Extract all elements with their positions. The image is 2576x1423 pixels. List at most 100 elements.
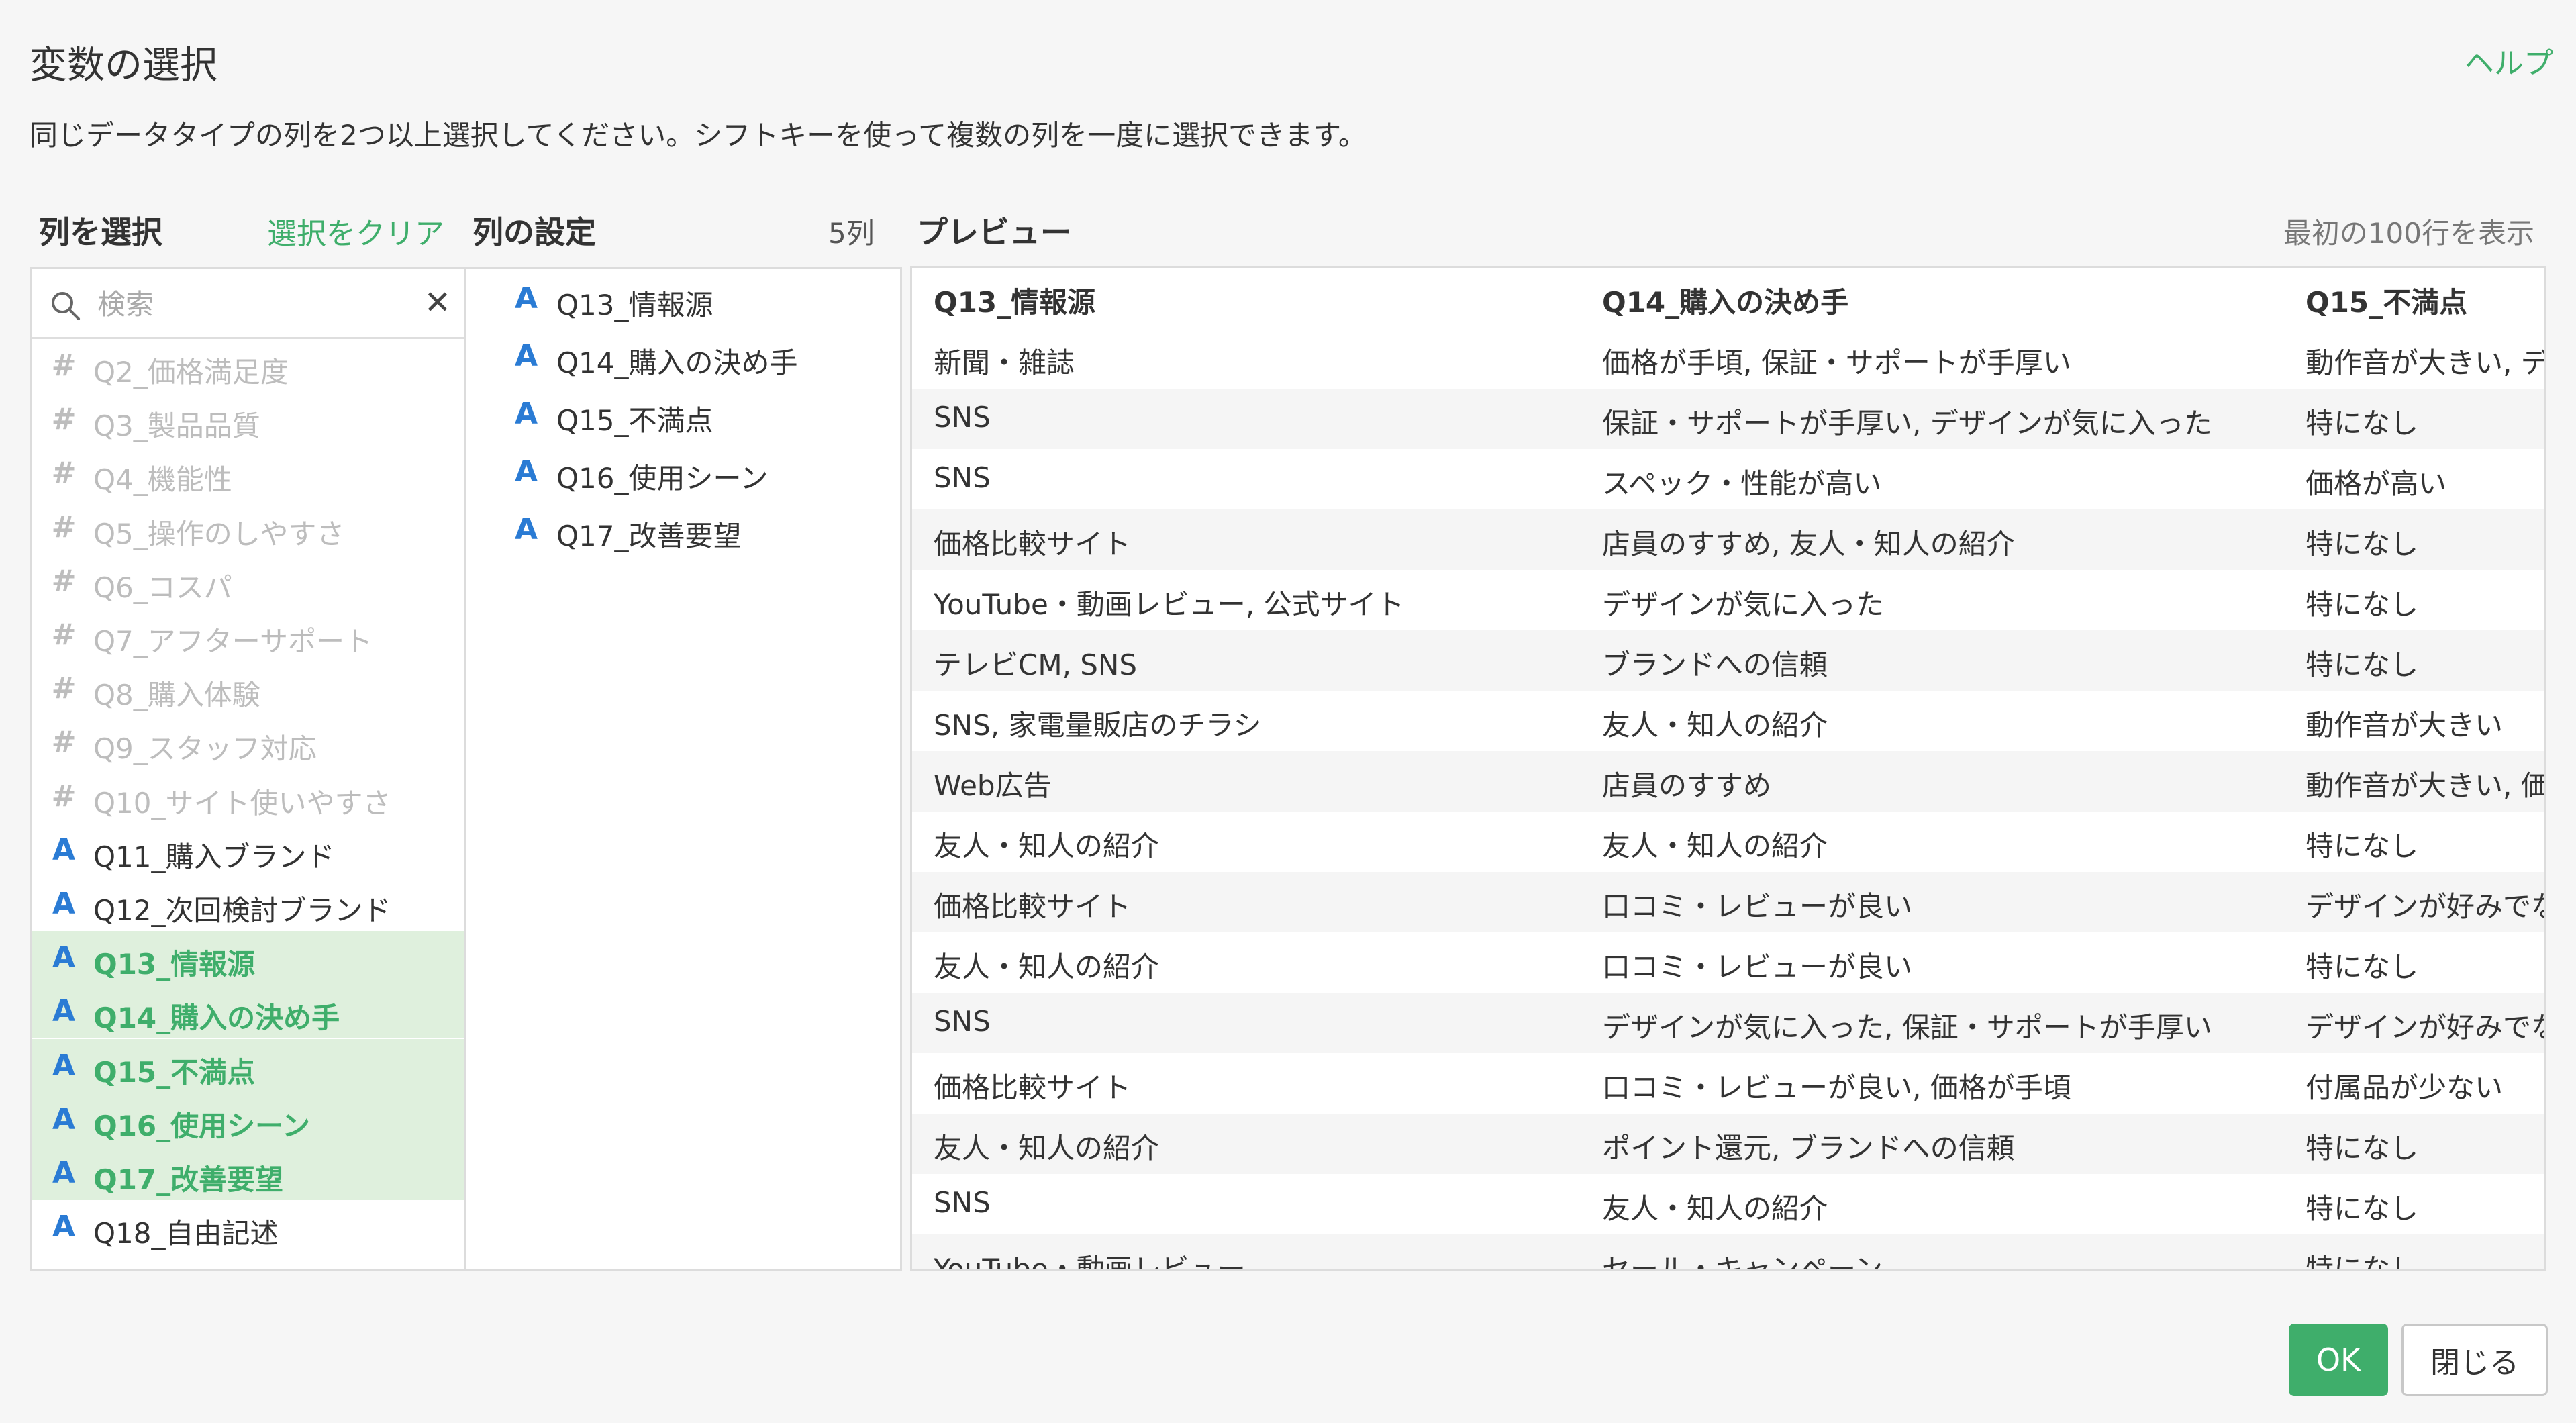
table-cell: 特になし [2306,648,2419,681]
table-cell: 付属品が少ない [2306,1071,2504,1104]
preview-rows-note: 最初の100行を表示 [2283,217,2534,250]
column-list-item[interactable]: # Q10_サイト使いやすさ [32,770,464,824]
dialog-description: 同じデータタイプの列を2つ以上選択してください。シフトキーを使って複数の列を一度… [30,119,1367,152]
table-row: SNS スペック・性能が高い 価格が高い [912,449,2544,509]
text-type-icon: A [515,281,538,315]
preview-column-header: Q14_購入の決め手 [1602,286,1849,319]
column-list-item[interactable]: # Q7_アフターサポート [32,608,464,662]
column-list-item[interactable]: A Q17_改善要望 [32,1146,464,1200]
table-cell: 店員のすすめ [1602,769,1772,802]
help-link[interactable]: ヘルプ [2465,39,2553,82]
numeric-type-icon: # [51,402,77,437]
column-list-item[interactable]: A Q14_購入の決め手 [32,985,464,1039]
table-row: 友人・知人の紹介 友人・知人の紹介 特になし [912,812,2544,872]
table-cell: 友人・知人の紹介 [934,1132,1160,1165]
column-list-item[interactable]: A Q16_使用シーン [32,1092,464,1146]
table-cell: 新聞・雑誌 [934,346,1075,379]
clear-search-icon[interactable]: ✕ [424,284,451,322]
text-type-icon: A [515,512,538,546]
settings-list-item[interactable]: A Q13_情報源 [466,269,900,327]
text-type-icon: A [52,832,76,867]
table-cell: 特になし [2306,407,2419,440]
table-cell: YouTube・動画レビュー, 公式サイト [934,588,1405,621]
settings-list-item[interactable]: A Q15_不満点 [466,385,900,442]
table-row: 新聞・雑誌 価格が手頃, 保証・サポートが手厚い 動作音が大きい, デ [912,328,2546,389]
search-box: ✕ [32,269,464,339]
text-type-icon: A [52,1101,76,1136]
text-type-icon: A [52,1156,76,1190]
column-list-item-label: Q4_機能性 [93,463,232,497]
preview-header-row: Q13_情報源 Q14_購入の決め手 Q15_不満点 [912,268,2544,328]
table-cell: 店員のすすめ, 友人・知人の紹介 [1602,528,2015,560]
column-list-item[interactable]: A Q18_自由記述 [32,1200,464,1254]
preview-panel: Q13_情報源 Q14_購入の決め手 Q15_不満点 新聞・雑誌 価格が手頃, 保… [910,266,2546,1271]
column-list-item[interactable]: A Q15_不満点 [32,1038,464,1093]
preview-column-header: Q15_不満点 [2306,286,2468,319]
search-icon [52,292,80,320]
column-list-item-label: Q14_購入の決め手 [93,1001,340,1035]
column-list-item[interactable]: A Q13_情報源 [32,931,464,985]
column-list-item[interactable]: # Q8_購入体験 [32,662,464,716]
table-cell: 価格が高い [2306,467,2447,500]
table-row: 価格比較サイト 口コミ・レビューが良い デザインが好みでな [912,872,2546,932]
table-cell: テレビCM, SNS [934,648,1138,681]
table-cell: SNS [934,1186,991,1219]
table-row: 友人・知人の紹介 ポイント還元, ブランドへの信頼 特になし [912,1114,2544,1174]
table-cell: デザインが好みでな [2306,890,2546,923]
table-cell: 特になし [2306,588,2419,621]
table-cell: SNS [934,401,991,434]
table-cell: 動作音が大きい, 価 [2306,769,2546,802]
column-list-item[interactable]: # Q6_コスパ [32,554,464,608]
search-input[interactable] [96,280,367,328]
table-cell: 口コミ・レビューが良い [1602,890,1913,923]
table-cell: SNS [934,461,991,494]
dialog-title: 変数の選択 [30,44,217,87]
table-cell: 友人・知人の紹介 [934,830,1160,863]
table-cell: セール・キャンペーン [1602,1253,1883,1271]
table-row: テレビCM, SNS ブランドへの信頼 特になし [912,630,2544,691]
numeric-type-icon: # [51,509,77,544]
column-list-item-label: Q5_操作のしやすさ [93,517,345,550]
text-type-icon: A [515,339,538,373]
settings-list-item-label: Q13_情報源 [556,289,713,322]
column-list-item-label: Q18_自由記述 [93,1217,279,1250]
text-type-icon: A [515,397,538,431]
numeric-type-icon: # [51,348,77,383]
numeric-type-icon: # [51,779,77,814]
column-list-item-label: Q2_価格満足度 [93,356,289,389]
column-list-item[interactable]: # Q2_価格満足度 [32,339,464,393]
table-cell: 動作音が大きい, デ [2306,346,2546,379]
column-list-item-label: Q9_スタッフ対応 [93,732,317,766]
table-cell: ポイント還元, ブランドへの信頼 [1602,1132,2015,1165]
settings-list-item-label: Q14_購入の決め手 [556,346,798,379]
column-settings-panel: A Q13_情報源 A Q14_購入の決め手 A Q15_不満点 A Q16_使用シーン A Q1… [464,267,902,1271]
settings-list-item[interactable]: A Q14_購入の決め手 [466,327,900,385]
table-row: SNS 保証・サポートが手厚い, デザインが気に入った 特になし [912,389,2544,449]
column-list-item[interactable]: # Q3_製品品質 [32,393,464,446]
table-row: SNS, 家電量販店のチラシ 友人・知人の紹介 動作音が大きい [912,691,2544,751]
table-cell: 特になし [2306,1132,2419,1165]
column-list-item[interactable]: # Q4_機能性 [32,446,464,500]
preview-heading: プレビュー [917,214,1071,250]
table-row: SNS デザインが気に入った, 保証・サポートが手厚い デザインが好みでな [912,993,2544,1053]
text-type-icon: A [515,454,538,489]
table-cell: デザインが気に入った, 保証・サポートが手厚い [1602,1011,2212,1044]
clear-selection-link[interactable]: 選択をクリア [267,209,444,252]
table-cell: SNS [934,1005,991,1038]
table-row: Web広告 店員のすすめ 動作音が大きい, 価 [912,751,2546,812]
table-cell: 特になし [2306,830,2419,863]
settings-list-item[interactable]: A Q17_改善要望 [466,500,900,558]
column-list-item[interactable]: # Q5_操作のしやすさ [32,501,464,554]
column-count: 5列 [828,217,875,250]
column-list-item-label: Q3_製品品質 [93,409,260,443]
text-type-icon: A [52,940,76,975]
table-cell: 動作音が大きい [2306,709,2504,742]
column-list-item[interactable]: # Q9_スタッフ対応 [32,716,464,769]
column-select-panel: ✕ # Q2_価格満足度 # Q3_製品品質 # Q4_機能性 # Q5_操作のしやすさ # Q6… [30,267,466,1271]
close-button[interactable]: 閉じる [2401,1324,2548,1396]
column-list-item[interactable]: A Q12_次回検討ブランド [32,877,464,931]
column-settings-heading: 列の設定 [473,214,596,250]
ok-button[interactable]: OK [2289,1324,2388,1396]
column-list-item[interactable]: A Q11_購入ブランド [32,824,464,877]
settings-list-item[interactable]: A Q16_使用シーン [466,442,900,500]
